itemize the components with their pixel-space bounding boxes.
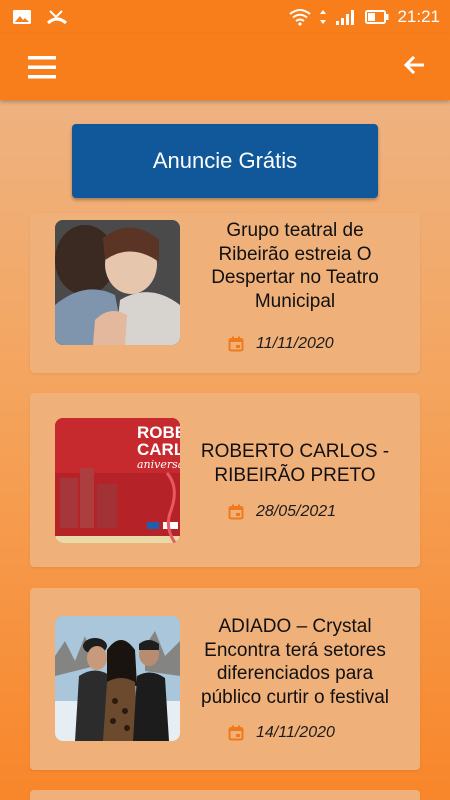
news-title[interactable]: Grupo teatral de Ribeirão estreia O Desp… (190, 219, 400, 313)
news-title[interactable]: ROBERTO CARLOS - RIBEIRÃO PRETO (190, 440, 400, 487)
concert-poster: ROBERTO CARLO aniversá (55, 418, 180, 543)
news-card[interactable]: Grupo teatral de Ribeirão estreia O Desp… (30, 213, 420, 373)
theatre-photo (55, 220, 180, 345)
content-area[interactable]: Anuncie Grátis Grupo teatral de Ribeirão… (0, 100, 450, 800)
news-thumbnail: ROBERTO CARLO aniversá (55, 418, 180, 543)
news-card[interactable]: ADIADO – Crystal Encontra terá setores d… (30, 588, 420, 770)
menu-button[interactable] (28, 55, 56, 79)
advertise-free-button[interactable]: Anuncie Grátis (72, 124, 378, 198)
calendar-icon (228, 336, 244, 352)
news-date: 28/05/2021 (228, 503, 336, 521)
group-photo (55, 616, 180, 741)
back-button[interactable] (403, 55, 425, 80)
news-title[interactable]: ADIADO – Crystal Encontra terá setores d… (190, 615, 400, 709)
news-date: 11/11/2020 (228, 335, 334, 353)
app-bar (0, 34, 450, 100)
date-text: 11/11/2020 (256, 335, 334, 352)
news-card[interactable]: ROBERTO CARLO aniversá ROBERTO CARLOS - … (30, 393, 420, 567)
news-card[interactable] (30, 790, 420, 800)
signal-icon (336, 10, 355, 25)
gallery-notification-icon (13, 10, 31, 24)
back-arrow-icon (403, 55, 425, 74)
news-thumbnail (55, 616, 180, 741)
status-bar: 21:21 (0, 0, 450, 34)
date-text: 28/05/2021 (256, 503, 337, 520)
missed-call-icon (47, 10, 67, 25)
wifi-icon (289, 9, 312, 26)
calendar-icon (228, 504, 244, 520)
calendar-icon (228, 725, 244, 741)
poster-text-2: CARLO (137, 440, 180, 459)
status-time: 21:21 (397, 7, 440, 26)
date-text: 14/11/2020 (256, 724, 335, 741)
news-thumbnail (55, 220, 180, 345)
news-date: 14/11/2020 (228, 724, 335, 742)
battery-icon (365, 10, 389, 24)
data-arrows-icon (320, 10, 327, 24)
poster-text-3: aniversá (137, 458, 180, 471)
menu-icon (28, 56, 56, 79)
